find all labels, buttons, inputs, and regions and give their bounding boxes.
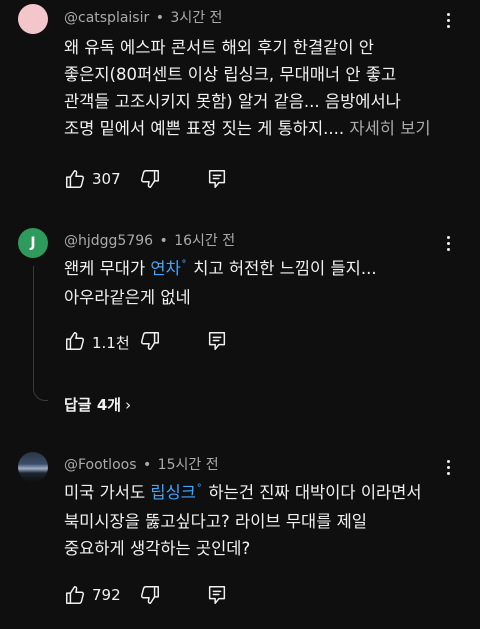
more-options-icon[interactable] — [440, 234, 456, 254]
more-options-icon[interactable] — [440, 458, 456, 478]
comment-actions: 307 — [64, 168, 464, 190]
comment-text: 왠케 무대가 연차ᐤ 치고 허전한 느낌이 들지... 아우라같은게 없네 — [64, 257, 377, 307]
author-name[interactable]: @catsplaisir — [64, 10, 149, 26]
comment-actions: 1.1천 — [64, 330, 464, 352]
search-link[interactable]: 립싱크 — [150, 483, 196, 502]
chevron-right-icon: › — [125, 396, 132, 414]
comment-text: 왜 유독 에스파 콘서트 해외 후기 한결같이 안 좋은지(80퍼센트 이상 립… — [64, 38, 431, 138]
more-options-icon[interactable] — [440, 11, 456, 31]
search-icon[interactable]: ᐤ — [197, 481, 201, 494]
comment-3: @Footloos • 15시간 전 미국 가서도 립싱크ᐤ 하는건 진짜 대박… — [0, 448, 480, 628]
search-icon[interactable]: ᐤ — [182, 257, 186, 270]
comment-2: J @hjdgg5796 • 16시간 전 왠케 무대가 연차ᐤ 치고 허전한 … — [0, 224, 480, 374]
thumbs-down-icon[interactable] — [139, 330, 161, 352]
comment-actions: 792 — [64, 584, 464, 606]
avatar[interactable]: J — [18, 228, 48, 258]
timestamp[interactable]: 3시간 전 — [170, 10, 222, 26]
like-count: 307 — [92, 170, 121, 188]
reply-icon[interactable] — [206, 330, 228, 352]
thumbs-up-icon[interactable] — [64, 584, 86, 606]
comment-meta: @Footloos • 15시간 전 — [64, 457, 219, 473]
comment-text: 미국 가서도 립싱크ᐤ 하는건 진짜 대박이다 이라면서 북미시장을 뚫고싶다고… — [64, 481, 422, 558]
timestamp[interactable]: 15시간 전 — [158, 457, 219, 473]
view-replies-button[interactable]: 답글 4개 › — [64, 394, 131, 415]
reply-icon[interactable] — [206, 584, 228, 606]
thumbs-up-icon[interactable] — [64, 330, 86, 352]
thumbs-up-icon[interactable] — [64, 168, 86, 190]
timestamp[interactable]: 16시간 전 — [174, 233, 235, 249]
search-link[interactable]: 연차 — [150, 259, 180, 278]
author-name[interactable]: @hjdgg5796 — [64, 233, 153, 249]
comment-1: @catsplaisir • 3시간 전 왜 유독 에스파 콘서트 해외 후기 … — [0, 0, 480, 200]
like-count: 792 — [92, 586, 121, 604]
thumbs-down-icon[interactable] — [139, 584, 161, 606]
avatar[interactable] — [18, 452, 48, 482]
avatar[interactable] — [18, 4, 48, 34]
like-count: 1.1천 — [92, 334, 130, 352]
author-name[interactable]: @Footloos — [64, 457, 137, 473]
comment-meta: @hjdgg5796 • 16시간 전 — [64, 233, 236, 249]
thumbs-down-icon[interactable] — [139, 168, 161, 190]
reply-icon[interactable] — [206, 168, 228, 190]
read-more-link[interactable]: 자세히 보기 — [349, 119, 430, 138]
comment-meta: @catsplaisir • 3시간 전 — [64, 10, 223, 26]
